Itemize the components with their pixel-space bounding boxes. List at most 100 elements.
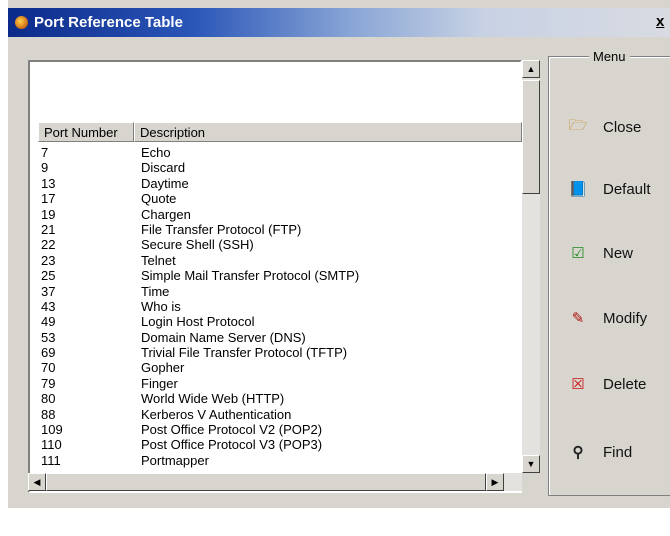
find-button[interactable]: ⚲ Find	[559, 424, 670, 480]
description-cell: Finger	[141, 375, 178, 391]
vertical-scrollbar[interactable]: ▲ ▼	[522, 60, 540, 473]
port-number-cell: 21	[41, 221, 56, 237]
table-row[interactable]: 9 Discard	[38, 160, 522, 175]
port-number-cell: 7	[41, 145, 49, 160]
column-header-description[interactable]: Description	[134, 122, 522, 142]
new-button[interactable]: ☑ New	[559, 225, 670, 281]
description-cell: World Wide Web (HTTP)	[141, 391, 285, 407]
table-row[interactable]: 21 File Transfer Protocol (FTP)	[38, 222, 522, 237]
column-header-port-number[interactable]: Port Number	[38, 122, 134, 142]
delete-button-label: Delete	[603, 375, 647, 393]
table-row[interactable]: 88 Kerberos V Authentication	[38, 407, 522, 422]
table-row[interactable]: 23 Telnet	[38, 253, 522, 268]
port-number-cell: 80	[41, 391, 56, 407]
horizontal-scrollbar[interactable]: ◀ ▶	[28, 473, 522, 491]
menu-caption: Menu	[589, 49, 630, 64]
delete-button[interactable]: ☒ Delete	[559, 356, 670, 412]
description-cell: Domain Name Server (DNS)	[141, 329, 306, 345]
default-button[interactable]: 📘 Default	[559, 161, 670, 217]
scroll-up-button[interactable]: ▲	[522, 60, 540, 78]
table-row[interactable]: 79 Finger	[38, 376, 522, 391]
description-cell: Quote	[141, 191, 177, 207]
port-number-cell: 69	[41, 345, 56, 361]
description-cell: Portmapper	[141, 452, 209, 468]
description-cell: File Transfer Protocol (FTP)	[141, 221, 302, 237]
description-cell: Who is	[141, 298, 181, 314]
port-number-cell: 111	[41, 452, 61, 468]
table-row[interactable]: 80 World Wide Web (HTTP)	[38, 391, 522, 406]
folder-open-icon: 🗁	[568, 116, 588, 134]
table-row[interactable]: 25 Simple Mail Transfer Protocol (SMTP)	[38, 268, 522, 283]
description-cell: Login Host Protocol	[141, 314, 255, 330]
port-number-cell: 70	[41, 360, 56, 376]
find-button-label: Find	[603, 443, 633, 461]
binoculars-icon: ⚲	[572, 444, 584, 461]
description-cell: Time	[141, 283, 170, 299]
port-number-cell: 23	[41, 252, 56, 268]
list-header: Port Number Description	[38, 122, 522, 142]
table-row[interactable]: 49 Login Host Protocol	[38, 314, 522, 329]
table-row[interactable]: 70 Gopher	[38, 360, 522, 375]
port-number-cell: 25	[41, 268, 56, 284]
description-cell: Trivial File Transfer Protocol (TFTP)	[141, 345, 348, 361]
port-number-cell: 37	[41, 283, 56, 299]
table-row[interactable]: 43 Who is	[38, 299, 522, 314]
close-button[interactable]: 🗁 Close	[559, 99, 670, 155]
default-button-label: Default	[603, 180, 651, 198]
port-number-cell: 53	[41, 329, 56, 345]
table-row[interactable]: 110 Post Office Protocol V3 (POP3)	[38, 437, 522, 452]
close-button-label: Close	[603, 118, 642, 136]
description-cell: Chargen	[141, 206, 191, 222]
port-number-cell: 43	[41, 298, 56, 314]
table-row[interactable]: 13 Daytime	[38, 176, 522, 191]
description-cell: Gopher	[141, 360, 185, 376]
port-number-cell: 13	[41, 175, 56, 191]
modify-button-label: Modify	[603, 309, 648, 327]
edit-document-icon: ✎	[571, 310, 585, 327]
menu-group: Menu 🗁 Close 📘 Default ☑ New ✎ Modify ☒ …	[548, 49, 670, 496]
port-number-cell: 88	[41, 406, 56, 422]
window-title: Port Reference Table	[34, 14, 183, 31]
vertical-scroll-thumb[interactable]	[522, 80, 540, 194]
port-number-cell: 109	[41, 422, 63, 438]
port-number-cell: 22	[41, 237, 56, 253]
table-row[interactable]: 7 Echo	[38, 145, 522, 160]
close-window-button[interactable]: x	[656, 13, 664, 30]
description-cell: Discard	[141, 160, 186, 176]
title-bar[interactable]: Port Reference Table x	[8, 8, 670, 37]
delete-x-icon: ☒	[571, 376, 585, 393]
table-row[interactable]: 37 Time	[38, 284, 522, 299]
scroll-right-button[interactable]: ▶	[486, 473, 504, 491]
port-list[interactable]: Port Number Description 7 Echo 9 Discard 13 D…	[28, 60, 522, 493]
horizontal-scroll-thumb[interactable]	[46, 473, 486, 491]
new-button-label: New	[603, 244, 634, 262]
description-cell: Secure Shell (SSH)	[141, 237, 254, 253]
port-number-cell: 9	[41, 160, 49, 176]
table-row[interactable]: 53 Domain Name Server (DNS)	[38, 330, 522, 345]
port-number-cell: 17	[41, 191, 56, 207]
port-reference-window: Port Reference Table x Port Number Descr…	[8, 0, 670, 508]
table-row[interactable]: 17 Quote	[38, 191, 522, 206]
description-cell: Echo	[141, 145, 171, 160]
description-cell: Daytime	[141, 175, 189, 191]
port-number-cell: 79	[41, 375, 56, 391]
description-cell: Post Office Protocol V3 (POP3)	[141, 437, 323, 453]
table-row[interactable]: 69 Trivial File Transfer Protocol (TFTP)	[38, 345, 522, 360]
book-icon: 📘	[568, 181, 588, 198]
description-cell: Post Office Protocol V2 (POP2)	[141, 422, 323, 438]
scroll-left-button[interactable]: ◀	[28, 473, 46, 491]
modify-button[interactable]: ✎ Modify	[559, 290, 670, 346]
description-cell: Simple Mail Transfer Protocol (SMTP)	[141, 268, 360, 284]
table-row[interactable]: 19 Chargen	[38, 207, 522, 222]
scroll-down-button[interactable]: ▼	[522, 455, 540, 473]
app-icon	[15, 16, 28, 29]
table-row[interactable]: 111 Portmapper	[38, 453, 522, 468]
port-number-cell: 110	[41, 437, 62, 453]
port-number-cell: 49	[41, 314, 56, 330]
table-row[interactable]: 22 Secure Shell (SSH)	[38, 237, 522, 252]
description-cell: Kerberos V Authentication	[141, 406, 292, 422]
port-number-cell: 19	[41, 206, 56, 222]
description-cell: Telnet	[141, 252, 176, 268]
table-row[interactable]: 109 Post Office Protocol V2 (POP2)	[38, 422, 522, 437]
checkmark-icon: ☑	[571, 245, 585, 262]
